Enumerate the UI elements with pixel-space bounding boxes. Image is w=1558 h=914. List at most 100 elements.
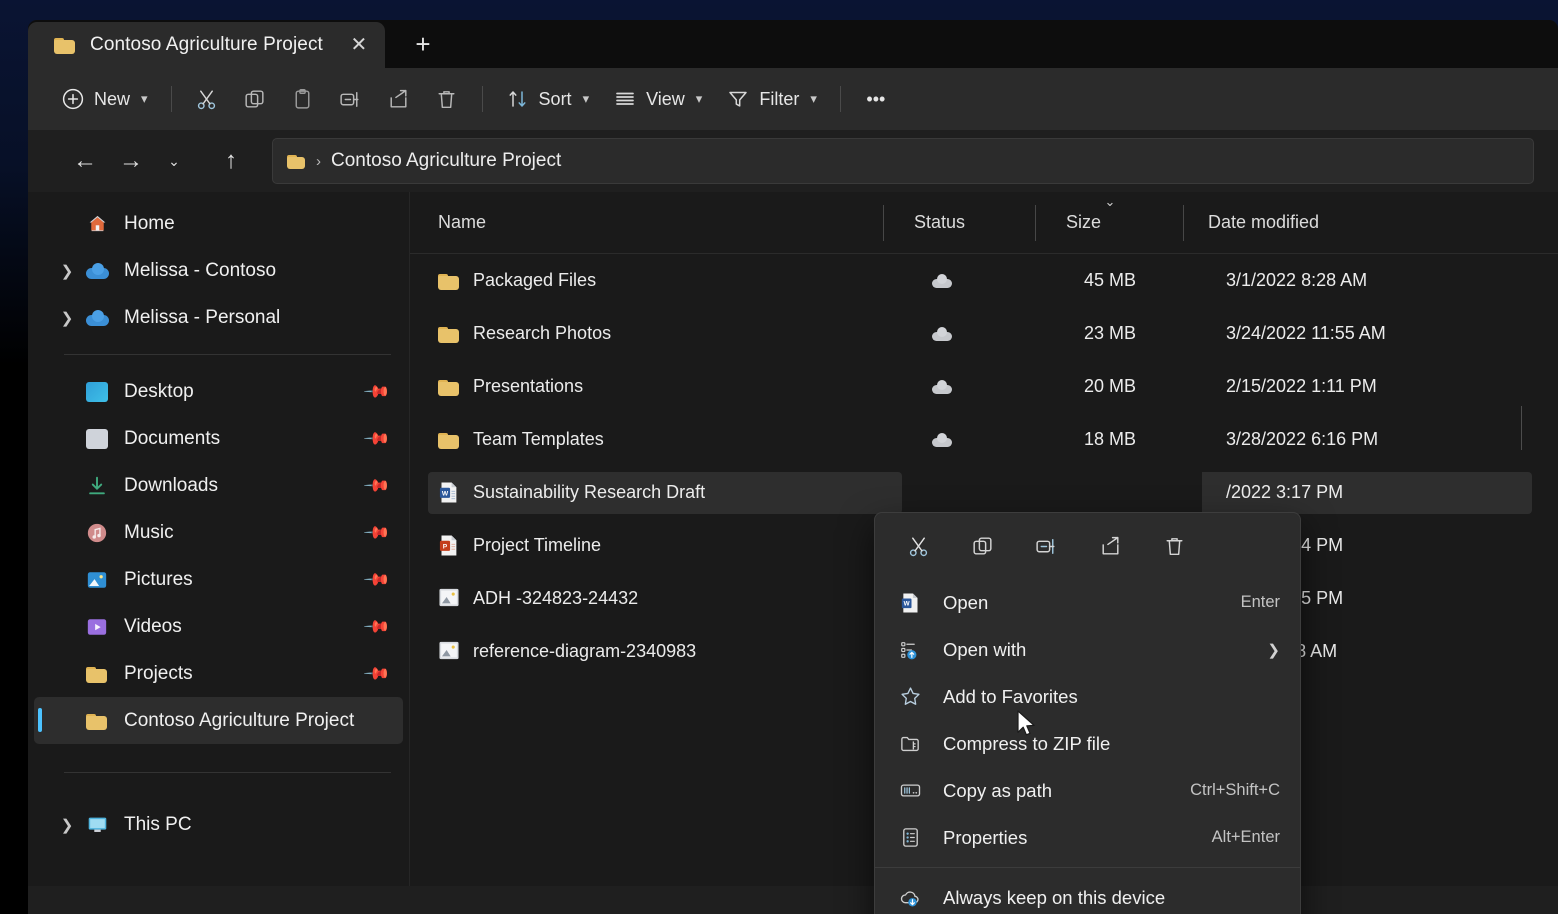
pin-icon[interactable]: 📌 <box>362 471 391 500</box>
pictures-icon <box>82 569 112 591</box>
navigation-pane: ❯ Home ❯ Melissa - Contoso ❯ Meli <box>28 192 410 886</box>
menu-item-open-with[interactable]: Open with ❯ <box>875 626 1300 673</box>
videos-icon <box>82 616 112 638</box>
sidebar-item-this-pc[interactable]: ❯ This PC <box>34 801 403 848</box>
status-cell <box>902 379 1054 394</box>
file-name: Sustainability Research Draft <box>473 482 706 502</box>
tab-contoso-agriculture-project[interactable]: Contoso Agriculture Project ✕ <box>28 22 385 68</box>
sidebar-item-melissa-contoso[interactable]: ❯ Melissa - Contoso <box>34 247 403 294</box>
menu-item-open[interactable]: W Open Enter <box>875 579 1300 626</box>
cloud-icon <box>932 379 952 394</box>
file-name-cell[interactable]: Research Photos <box>428 313 902 355</box>
zip-icon <box>897 732 923 755</box>
file-name: ADH -324823-24432 <box>473 588 639 608</box>
sidebar-item-videos[interactable]: ❯ Videos 📌 <box>34 603 403 650</box>
sort-label: Sort <box>538 88 572 109</box>
see-more-button[interactable]: ••• <box>853 77 899 121</box>
size-cell: 18 MB <box>1084 429 1137 449</box>
chevron-right-icon[interactable]: ❯ <box>52 309 82 327</box>
chevron-right-icon[interactable]: ❯ <box>52 262 82 280</box>
onedrive-cloud-icon <box>82 309 112 326</box>
forward-button[interactable]: → <box>108 140 154 182</box>
file-name-cell[interactable]: Team Templates <box>428 419 902 461</box>
share-button[interactable] <box>1087 525 1133 567</box>
pin-icon[interactable]: 📌 <box>362 659 391 688</box>
cut-button[interactable] <box>895 525 941 567</box>
new-tab-icon[interactable]: + <box>403 24 443 64</box>
sidebar-item-music[interactable]: ❯ Music 📌 <box>34 509 403 556</box>
cloud-icon <box>932 432 952 447</box>
table-row[interactable]: Research Photos 23 MB 3/24/2022 11:55 AM <box>410 307 1558 360</box>
folder-icon <box>82 712 112 730</box>
file-name-cell[interactable]: reference-diagram-2340983 <box>428 631 902 673</box>
new-button[interactable]: New ▾ <box>50 77 159 121</box>
menu-item-always-keep-on-this-device[interactable]: Always keep on this device <box>875 874 1300 914</box>
sidebar-item-pictures[interactable]: ❯ Pictures 📌 <box>34 556 403 603</box>
column-header-status[interactable]: Status <box>884 192 1036 253</box>
file-name-cell[interactable]: W Sustainability Research Draft <box>428 471 902 514</box>
table-row[interactable]: Packaged Files 45 MB 3/1/2022 8:28 AM <box>410 254 1558 307</box>
menu-item-copy-as-path[interactable]: Copy as path Ctrl+Shift+C <box>875 767 1300 814</box>
pin-icon[interactable]: 📌 <box>362 377 391 406</box>
pin-icon[interactable]: 📌 <box>362 518 391 547</box>
view-list-icon <box>616 92 634 105</box>
filter-label: Filter <box>759 88 800 109</box>
chevron-down-icon[interactable]: ▾ <box>810 91 817 107</box>
sidebar-item-melissa-personal[interactable]: ❯ Melissa - Personal <box>34 294 403 341</box>
copy-path-icon <box>897 779 923 802</box>
view-button[interactable]: View ▾ <box>602 77 713 121</box>
close-icon[interactable]: ✕ <box>345 31 373 59</box>
pin-icon[interactable]: 📌 <box>362 612 391 641</box>
menu-item-properties[interactable]: Properties Alt+Enter <box>875 814 1300 861</box>
filter-button[interactable]: Filter ▾ <box>715 77 828 121</box>
file-name-cell[interactable]: P Project Timeline <box>428 525 902 567</box>
chevron-right-icon[interactable]: ❯ <box>52 816 82 834</box>
copy-icon <box>972 536 992 555</box>
chevron-down-icon[interactable]: ▾ <box>141 91 148 107</box>
image-icon <box>438 587 460 611</box>
table-row[interactable]: Team Templates 18 MB 3/28/2022 6:16 PM <box>410 413 1558 466</box>
size-cell: 45 MB <box>1084 270 1137 290</box>
copy-button[interactable] <box>232 77 278 121</box>
paste-button[interactable] <box>280 77 326 121</box>
chevron-down-icon[interactable]: ▾ <box>583 91 590 107</box>
breadcrumb[interactable]: › Contoso Agriculture Project <box>272 138 1534 184</box>
sort-button[interactable]: Sort ▾ <box>495 77 601 121</box>
rename-button[interactable] <box>1023 525 1069 567</box>
onedrive-cloud-icon <box>82 262 112 279</box>
file-name-cell[interactable]: ADH -324823-24432 <box>428 578 902 620</box>
chevron-down-icon[interactable]: ▾ <box>696 91 703 107</box>
folder-icon <box>438 378 460 396</box>
delete-button[interactable] <box>1151 525 1197 567</box>
column-header-size[interactable]: ⌄ Size <box>1036 192 1184 253</box>
sidebar-item-documents[interactable]: ❯ Documents 📌 <box>34 415 403 462</box>
sidebar-item-home[interactable]: ❯ Home <box>34 200 403 247</box>
back-button[interactable]: ← <box>62 140 108 182</box>
table-row[interactable]: Presentations 20 MB 2/15/2022 1:11 PM <box>410 360 1558 413</box>
pin-icon[interactable]: 📌 <box>362 565 391 594</box>
copy-button[interactable] <box>959 525 1005 567</box>
up-button[interactable]: ↑ <box>208 140 254 182</box>
new-label: New <box>94 88 131 109</box>
status-cell <box>902 326 1054 341</box>
rename-button[interactable] <box>328 77 374 121</box>
sidebar-item-contoso-agriculture-project[interactable]: ❯ Contoso Agriculture Project <box>34 697 403 744</box>
rename-icon <box>1035 538 1055 554</box>
file-name-cell[interactable]: Presentations <box>428 366 902 408</box>
menu-item-add-to-favorites[interactable]: Add to Favorites <box>875 673 1300 720</box>
cut-button[interactable] <box>184 77 230 121</box>
chevron-right-icon[interactable]: ❯ <box>1267 641 1280 659</box>
sidebar-item-projects[interactable]: ❯ Projects 📌 <box>34 650 403 697</box>
pin-icon[interactable]: 📌 <box>362 424 391 453</box>
delete-button[interactable] <box>424 77 470 121</box>
file-name-cell[interactable]: Packaged Files <box>428 260 902 302</box>
column-header-name[interactable]: Name <box>410 192 884 253</box>
column-header-date-modified[interactable]: Date modified <box>1184 192 1504 253</box>
sidebar-item-downloads[interactable]: ❯ Downloads 📌 <box>34 462 403 509</box>
delete-icon <box>438 90 455 108</box>
menu-item-compress-to-zip[interactable]: Compress to ZIP file <box>875 720 1300 767</box>
share-button[interactable] <box>376 77 422 121</box>
sidebar-item-desktop[interactable]: ❯ Desktop 📌 <box>34 368 403 415</box>
recent-locations-button[interactable]: ⌄ <box>154 140 194 182</box>
divider <box>64 354 391 355</box>
